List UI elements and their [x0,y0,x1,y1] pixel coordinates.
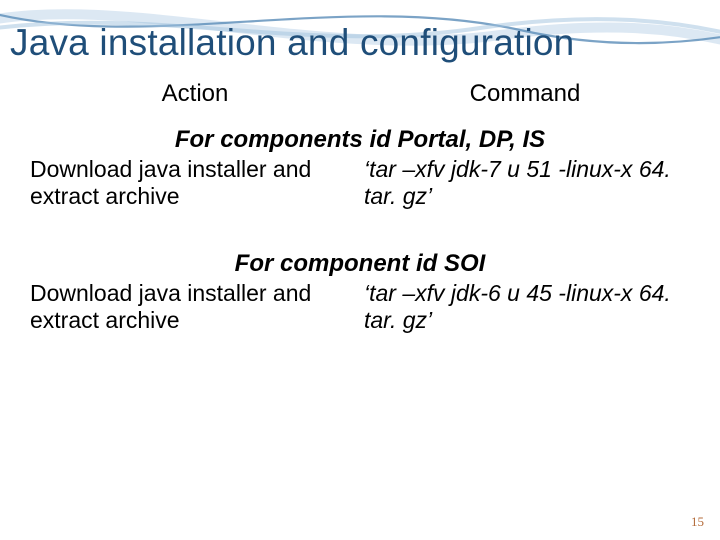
header-command: Command [360,80,690,108]
section-title-1: For components id Portal, DP, IS [30,126,690,154]
table-header-row: Action Command [30,80,690,108]
slide-title: Java installation and configuration [10,22,710,64]
header-action: Action [30,80,360,108]
content-area: Action Command For components id Portal,… [30,80,690,375]
cell-command: ‘tar –xfv jdk-6 u 45 -linux-x 64. tar. g… [362,280,690,334]
cell-command: ‘tar –xfv jdk-7 u 51 -linux-x 64. tar. g… [362,156,690,210]
slide: Java installation and configuration Acti… [0,0,720,540]
table-row: Download java installer and extract arch… [30,156,690,210]
page-number: 15 [691,514,704,530]
table-row: Download java installer and extract arch… [30,280,690,334]
cell-action: Download java installer and extract arch… [30,156,362,210]
cell-action: Download java installer and extract arch… [30,280,362,334]
section-title-2: For component id SOI [30,250,690,278]
